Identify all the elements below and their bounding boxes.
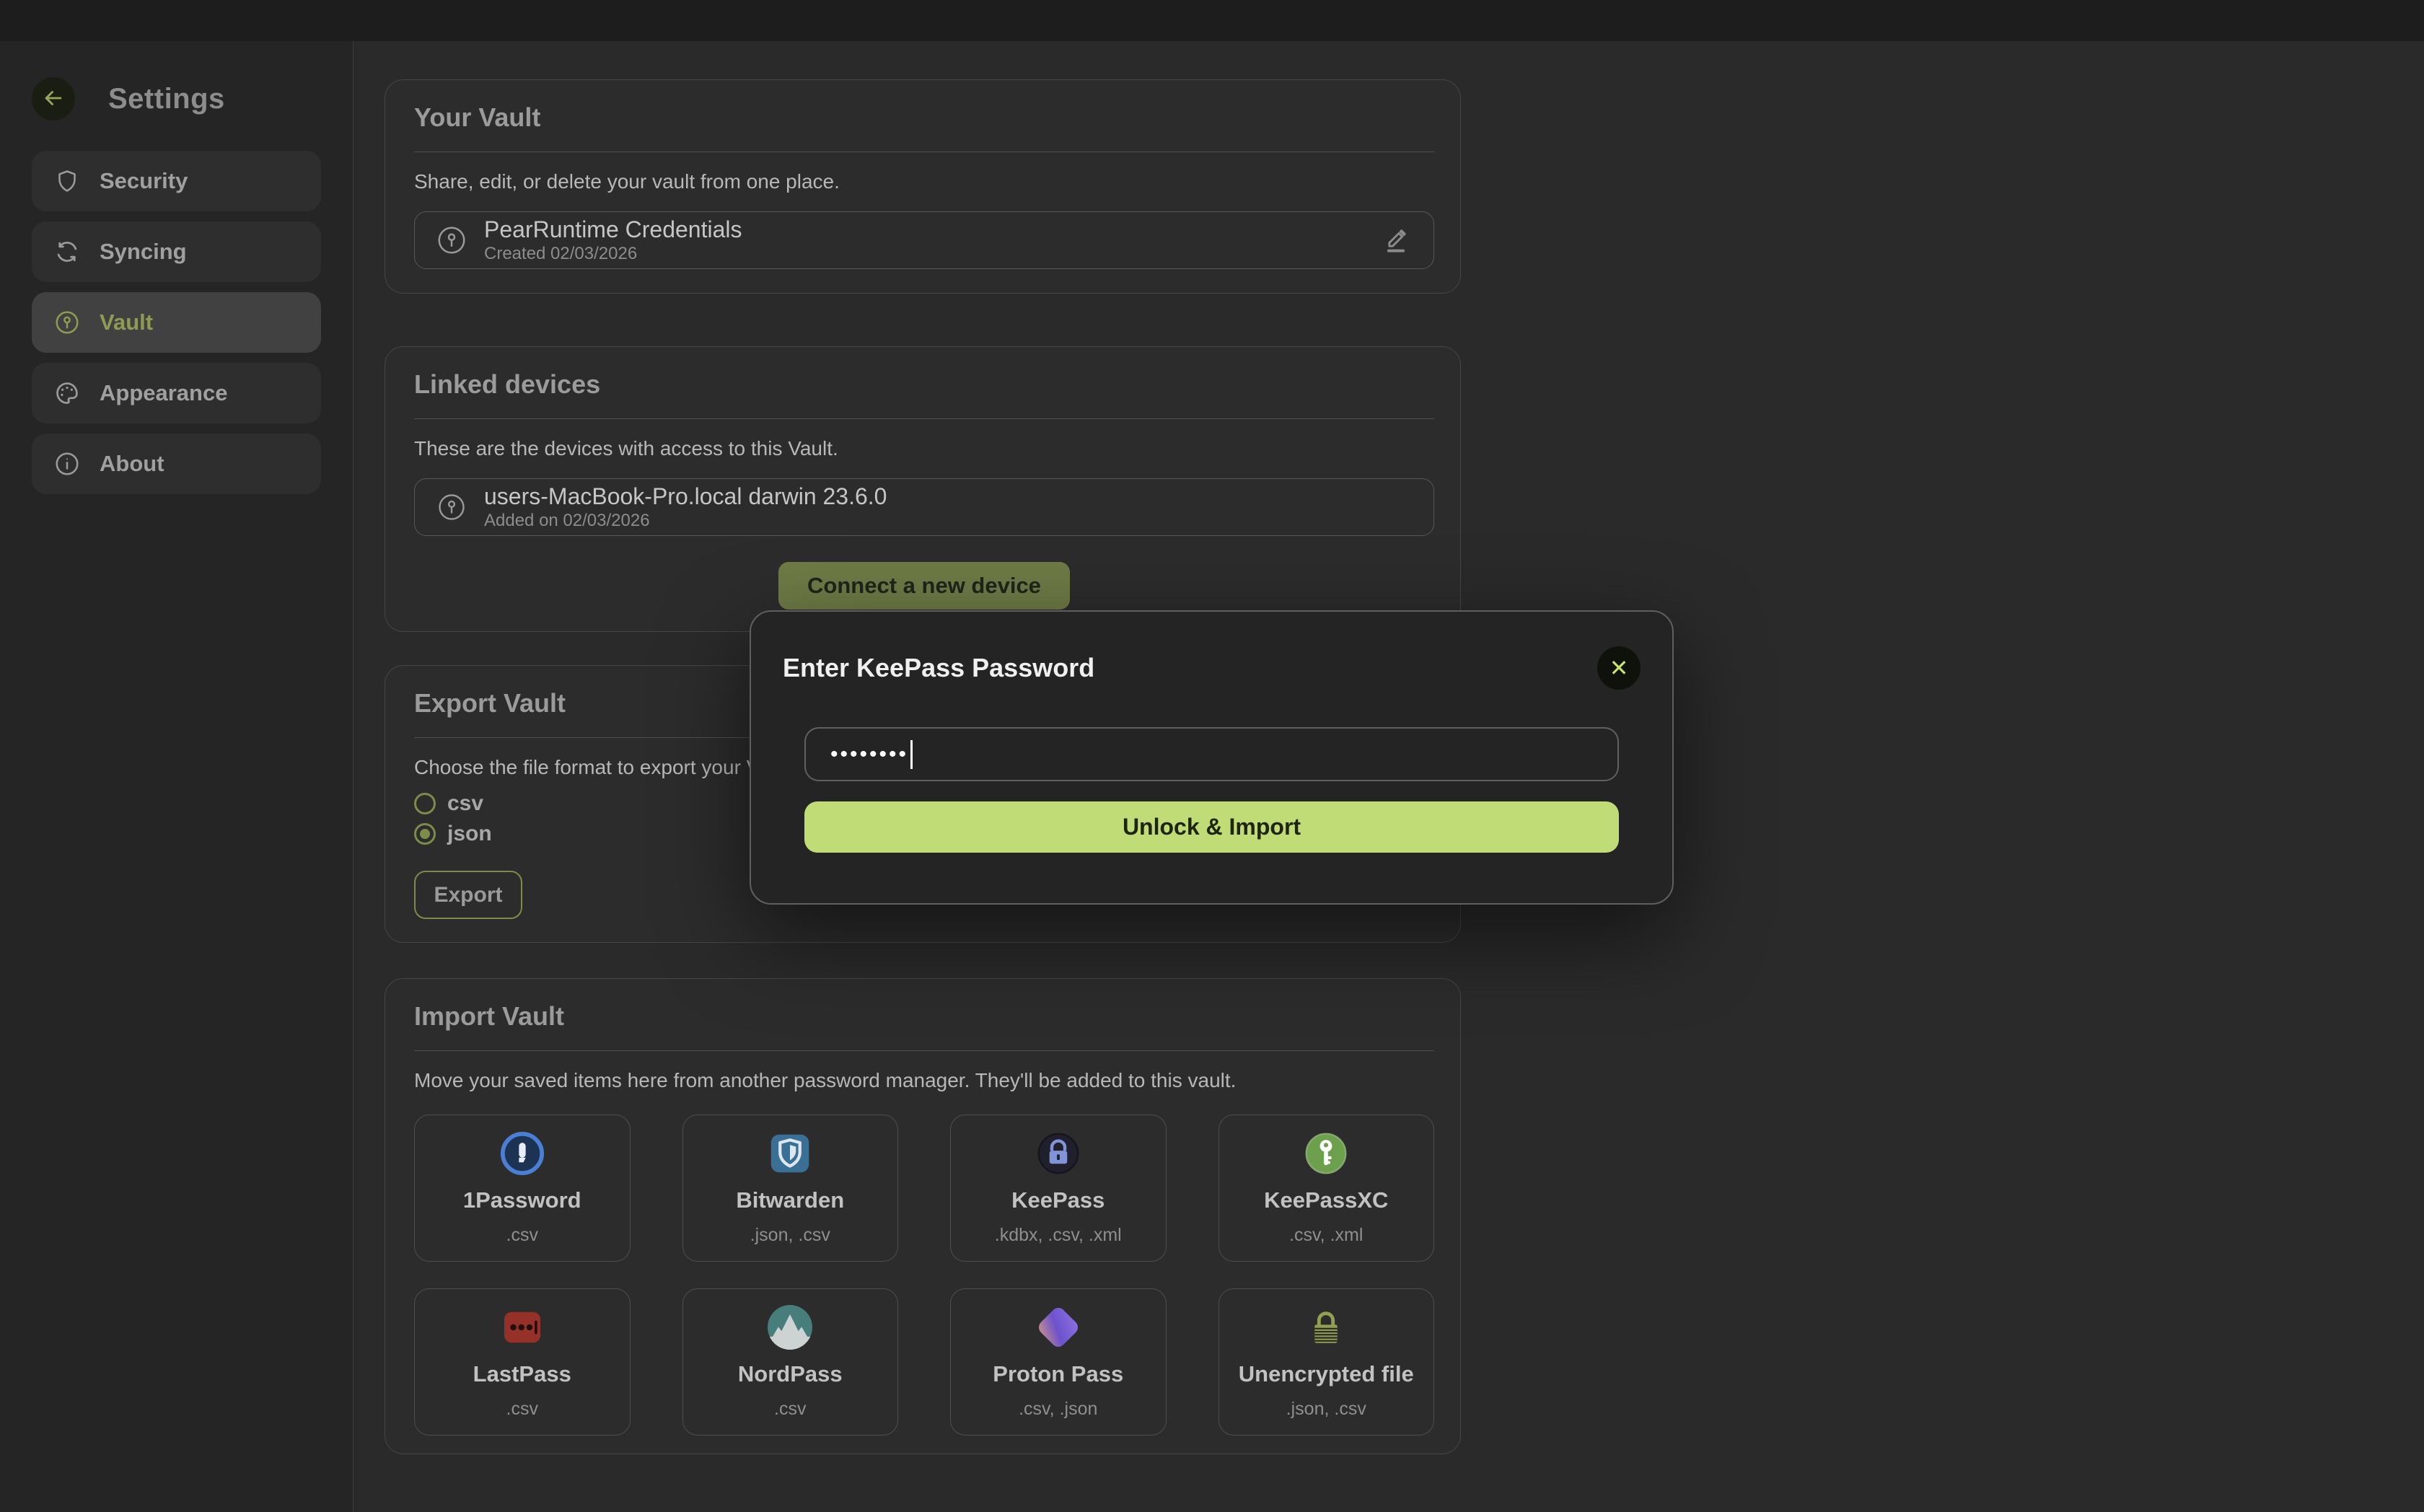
import-provider-protonpass[interactable]: Proton Pass .csv, .json	[950, 1288, 1167, 1436]
import-provider-grid: 1Password .csv Bitwarden .json, .csv Kee…	[414, 1115, 1434, 1436]
provider-formats: .json, .csv	[1286, 1399, 1366, 1420]
vault-created-date: Created 02/03/2026	[484, 244, 742, 264]
dialog-header: Enter KeePass Password ✕	[783, 646, 1641, 690]
radio-checked-icon	[414, 823, 436, 845]
device-item-text: users-MacBook-Pro.local darwin 23.6.0 Ad…	[484, 483, 887, 531]
section-title: Linked devices	[414, 369, 1434, 400]
export-button[interactable]: Export	[414, 871, 522, 919]
section-description: These are the devices with access to thi…	[414, 436, 1434, 461]
lastpass-icon	[500, 1305, 545, 1350]
unencrypted-file-icon	[1304, 1305, 1348, 1350]
shield-icon	[53, 167, 81, 195]
text-caret	[910, 740, 913, 769]
section-title: Your Vault	[414, 102, 1434, 133]
radio-unchecked-icon	[414, 793, 436, 814]
provider-name: Unencrypted file	[1239, 1361, 1414, 1387]
connect-new-device-button[interactable]: Connect a new device	[778, 562, 1070, 610]
provider-formats: .kdbx, .csv, .xml	[995, 1225, 1122, 1246]
edit-vault-button[interactable]	[1379, 223, 1413, 258]
linked-devices-section: Linked devices These are the devices wit…	[385, 346, 1461, 632]
sidebar-item-vault[interactable]: Vault	[32, 292, 321, 353]
vault-item[interactable]: PearRuntime Credentials Created 02/03/20…	[414, 211, 1434, 269]
sidebar-item-syncing[interactable]: Syncing	[32, 221, 321, 282]
provider-formats: .csv, .json	[1019, 1399, 1097, 1420]
section-title: Import Vault	[414, 1001, 1434, 1032]
page-title: Settings	[108, 83, 225, 115]
provider-name: KeePass	[1011, 1187, 1105, 1213]
provider-name: Proton Pass	[993, 1361, 1123, 1387]
vault-name: PearRuntime Credentials	[484, 216, 742, 242]
keepass-password-dialog: Enter KeePass Password ✕ •••••••• Unlock…	[750, 610, 1674, 905]
divider	[414, 418, 1434, 419]
window-titlebar	[0, 0, 2424, 41]
radio-label: csv	[447, 791, 483, 816]
key-icon	[53, 309, 81, 336]
radio-label: json	[447, 822, 492, 846]
key-icon	[435, 491, 468, 524]
device-name: users-MacBook-Pro.local darwin 23.6.0	[484, 483, 887, 509]
provider-name: Bitwarden	[736, 1187, 844, 1213]
radio-option-csv[interactable]: csv	[414, 791, 573, 816]
keepass-password-input[interactable]: ••••••••	[804, 727, 1619, 781]
provider-formats: .csv	[774, 1399, 806, 1420]
1password-icon	[500, 1131, 545, 1176]
sidebar-item-security[interactable]: Security	[32, 151, 321, 211]
import-provider-keepass[interactable]: KeePass .kdbx, .csv, .xml	[950, 1115, 1167, 1262]
sidebar-item-label: Appearance	[100, 380, 227, 406]
edit-pencil-icon	[1380, 247, 1412, 258]
import-provider-unencrypted-file[interactable]: Unencrypted file .json, .csv	[1218, 1288, 1435, 1436]
settings-sidebar: Settings Security Syncing Vault Appearan…	[0, 41, 354, 1512]
device-added-date: Added on 02/03/2026	[484, 511, 887, 531]
close-button[interactable]: ✕	[1597, 646, 1641, 690]
import-provider-keepassxc[interactable]: KeePassXC .csv, .xml	[1218, 1115, 1435, 1262]
sidebar-item-about[interactable]: About	[32, 434, 321, 494]
dialog-title: Enter KeePass Password	[783, 653, 1094, 683]
sidebar-item-appearance[interactable]: Appearance	[32, 363, 321, 423]
keepass-icon	[1036, 1131, 1081, 1176]
palette-icon	[53, 379, 81, 407]
import-provider-nordpass[interactable]: NordPass .csv	[682, 1288, 899, 1436]
your-vault-section: Your Vault Share, edit, or delete your v…	[385, 79, 1461, 294]
sidebar-header: Settings	[32, 77, 321, 120]
password-masked-value: ••••••••	[830, 742, 908, 767]
radio-option-json[interactable]: json	[414, 822, 573, 846]
arrow-left-icon	[41, 86, 66, 113]
provider-name: 1Password	[463, 1187, 581, 1213]
provider-formats: .json, .csv	[750, 1225, 830, 1246]
sidebar-item-label: Syncing	[100, 239, 187, 265]
import-provider-lastpass[interactable]: LastPass .csv	[414, 1288, 631, 1436]
divider	[414, 1050, 1434, 1051]
import-provider-1password[interactable]: 1Password .csv	[414, 1115, 631, 1262]
vault-item-text: PearRuntime Credentials Created 02/03/20…	[484, 216, 742, 264]
provider-formats: .csv	[506, 1399, 538, 1420]
provider-formats: .csv, .xml	[1289, 1225, 1363, 1246]
sidebar-item-label: Security	[100, 168, 188, 194]
info-icon	[53, 450, 81, 478]
divider	[414, 151, 1434, 152]
sync-icon	[53, 238, 81, 265]
connect-button-row: Connect a new device	[414, 536, 1434, 610]
provider-name: KeePassXC	[1264, 1187, 1388, 1213]
section-description: Move your saved items here from another …	[414, 1068, 1434, 1093]
settings-nav: Security Syncing Vault Appearance About	[32, 151, 321, 494]
nordpass-icon	[768, 1305, 812, 1350]
section-description: Share, edit, or delete your vault from o…	[414, 170, 1434, 194]
back-button[interactable]	[32, 77, 75, 120]
device-item[interactable]: users-MacBook-Pro.local darwin 23.6.0 Ad…	[414, 478, 1434, 536]
provider-name: NordPass	[738, 1361, 843, 1387]
sidebar-item-label: About	[100, 451, 164, 477]
keepassxc-icon	[1304, 1131, 1348, 1176]
protonpass-icon	[1036, 1305, 1081, 1350]
sidebar-item-label: Vault	[100, 309, 153, 335]
import-vault-section: Import Vault Move your saved items here …	[385, 978, 1461, 1454]
close-icon: ✕	[1610, 656, 1629, 680]
provider-name: LastPass	[473, 1361, 571, 1387]
unlock-import-button[interactable]: Unlock & Import	[804, 801, 1619, 853]
key-icon	[435, 224, 468, 257]
provider-formats: .csv	[506, 1225, 538, 1246]
bitwarden-icon	[768, 1131, 812, 1176]
import-provider-bitwarden[interactable]: Bitwarden .json, .csv	[682, 1115, 899, 1262]
